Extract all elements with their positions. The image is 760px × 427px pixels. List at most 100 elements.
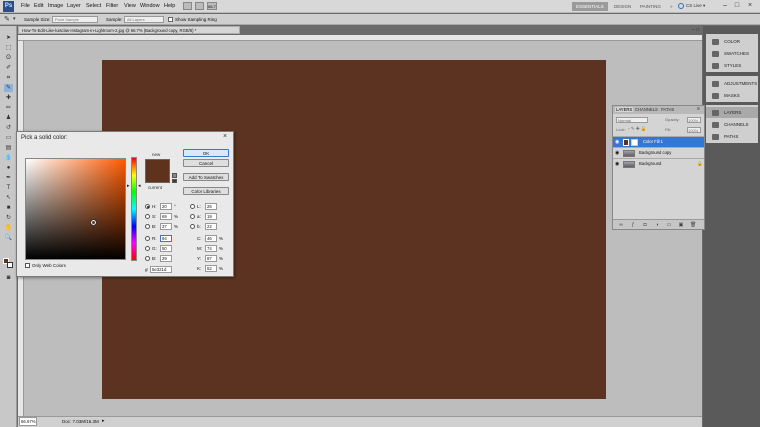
document-window-controls[interactable]: – □ [692, 27, 699, 33]
green-field[interactable]: 50 [160, 245, 172, 252]
shape-tool-icon[interactable]: ■ [4, 204, 13, 212]
quick-select-tool-icon[interactable]: ✐ [4, 64, 13, 72]
tab-channels[interactable]: CHANNELS [635, 107, 658, 112]
radio-b[interactable] [190, 224, 195, 229]
menu-image[interactable]: Image [48, 3, 63, 9]
workspace-painting[interactable]: PAINTING [636, 2, 665, 11]
dock-swatches[interactable]: SWATCHES [706, 48, 758, 59]
radio-red[interactable] [145, 236, 150, 241]
lock-icons[interactable]: ▫ ✎ ✚ 🔒 [628, 126, 647, 132]
dodge-tool-icon[interactable]: ● [4, 164, 13, 172]
menu-file[interactable]: File [21, 3, 30, 9]
opacity-field[interactable]: 100% [687, 117, 701, 123]
brush-tool-icon[interactable]: ✏ [4, 104, 13, 112]
red-field[interactable]: 94 [160, 235, 172, 242]
radio-lightness[interactable] [190, 204, 195, 209]
type-tool-icon[interactable]: T [4, 184, 13, 192]
layer-row[interactable]: ◉ Background copy [613, 147, 704, 158]
add-mask-icon[interactable]: ◘ [642, 222, 648, 228]
cancel-button[interactable]: Cancel [183, 159, 229, 167]
dock-styles[interactable]: STYLES [706, 60, 758, 71]
pen-tool-icon[interactable]: ✒ [4, 174, 13, 182]
ok-button[interactable]: OK [183, 149, 229, 157]
radio-blue[interactable] [145, 256, 150, 261]
menu-view[interactable]: View [124, 3, 136, 9]
radio-brightness[interactable] [145, 224, 150, 229]
background-color-swatch[interactable] [7, 262, 13, 268]
lasso-tool-icon[interactable]: ʘ [4, 54, 13, 62]
dock-layers[interactable]: LAYERS [706, 107, 758, 118]
dock-paths[interactable]: PATHS [706, 131, 758, 142]
path-select-tool-icon[interactable]: ↖ [4, 194, 13, 202]
hue-field[interactable]: 20 [160, 203, 172, 210]
adjustment-layer-icon[interactable]: ◑ [654, 222, 660, 228]
saturation-brightness-field[interactable] [25, 158, 126, 260]
menu-select[interactable]: Select [86, 3, 101, 9]
tab-paths[interactable]: PATHS [661, 107, 674, 112]
history-brush-tool-icon[interactable]: ↺ [4, 124, 13, 132]
hue-slider-arrow-left-icon[interactable]: ▸ [127, 183, 130, 189]
brightness-field[interactable]: 37 [160, 223, 172, 230]
document-tab[interactable]: How-To-Edit-Like-luisclas-Instagram-in-L… [18, 26, 240, 34]
radio-saturation[interactable] [145, 214, 150, 219]
bridge-icon[interactable] [183, 2, 192, 10]
yellow-field[interactable]: 87 [205, 255, 217, 262]
layer-row[interactable]: ◉ Background 🔒 [613, 158, 704, 169]
menu-filter[interactable]: Filter [106, 3, 118, 9]
workspace-essentials[interactable]: ESSENTIALS [572, 2, 608, 11]
blue-field[interactable]: 29 [160, 255, 172, 262]
gamut-warning-icon[interactable] [172, 173, 177, 178]
hue-slider-arrow-right-icon[interactable]: ◂ [138, 183, 141, 189]
link-layers-icon[interactable]: ∞ [618, 222, 624, 228]
hand-tool-icon[interactable]: ✋ [4, 224, 13, 232]
gradient-tool-icon[interactable]: ▤ [4, 144, 13, 152]
a-field[interactable]: 19 [205, 213, 217, 220]
close-icon[interactable]: × [223, 133, 227, 140]
show-ring-checkbox[interactable] [168, 17, 173, 22]
dock-channels[interactable]: CHANNELS [706, 119, 758, 130]
workspace-design[interactable]: DESIGN [610, 2, 635, 11]
maximize-icon[interactable]: □ [733, 2, 741, 10]
hue-slider[interactable] [131, 157, 137, 261]
new-layer-icon[interactable]: ▣ [678, 222, 684, 228]
add-to-swatches-button[interactable]: Add To Swatches [183, 173, 229, 181]
radio-green[interactable] [145, 246, 150, 251]
current-color-swatch[interactable] [145, 171, 170, 183]
blur-tool-icon[interactable]: 💧 [4, 154, 13, 162]
eraser-tool-icon[interactable]: ▭ [4, 134, 13, 142]
3d-tool-icon[interactable]: ↻ [4, 214, 13, 222]
eye-icon[interactable]: ◉ [615, 140, 619, 145]
clone-stamp-tool-icon[interactable]: ♟ [4, 114, 13, 122]
saturation-field[interactable]: 69 [160, 213, 172, 220]
eyedropper-tool-icon[interactable]: ✎ [4, 84, 13, 92]
eye-icon[interactable]: ◉ [615, 151, 619, 156]
hex-field[interactable]: 5e321d [150, 266, 172, 273]
menu-layer[interactable]: Layer [67, 3, 81, 9]
b-field[interactable]: 22 [205, 223, 217, 230]
fill-field[interactable]: 100% [687, 127, 701, 133]
sample-select[interactable]: All Layers [124, 16, 164, 23]
dock-masks[interactable]: MASKS [706, 90, 758, 101]
close-icon[interactable]: × [746, 2, 754, 10]
tab-layers[interactable]: LAYERS [615, 107, 634, 112]
menu-window[interactable]: Window [140, 3, 160, 9]
black-field[interactable]: 52 [205, 265, 217, 272]
color-libraries-button[interactable]: Color Libraries [183, 187, 229, 195]
move-tool-icon[interactable]: ➤ [4, 34, 13, 42]
layer-row[interactable]: ◉ Color Fill 1 [613, 136, 704, 147]
lightness-field[interactable]: 26 [205, 203, 217, 210]
web-safe-warning-icon[interactable] [172, 179, 177, 183]
status-menu-arrow-icon[interactable]: ▸ [102, 418, 105, 424]
zoom-tool-icon[interactable]: 🔍 [4, 234, 13, 242]
sample-size-select[interactable]: Point Sample [52, 16, 98, 23]
blend-mode-select[interactable]: Normal [616, 117, 648, 123]
workspace-more[interactable]: » [666, 2, 677, 11]
zoom-level-icon[interactable]: 66.7 [207, 2, 217, 10]
quick-mask-icon[interactable]: ◙ [4, 274, 13, 282]
menu-help[interactable]: Help [164, 3, 175, 9]
eyedropper-icon[interactable]: ✎ [4, 15, 10, 23]
trash-icon[interactable]: 🗑 [690, 222, 696, 228]
radio-a[interactable] [190, 214, 195, 219]
dock-color[interactable]: COLOR [706, 36, 758, 47]
panel-menu-icon[interactable]: ≡ [697, 106, 700, 112]
